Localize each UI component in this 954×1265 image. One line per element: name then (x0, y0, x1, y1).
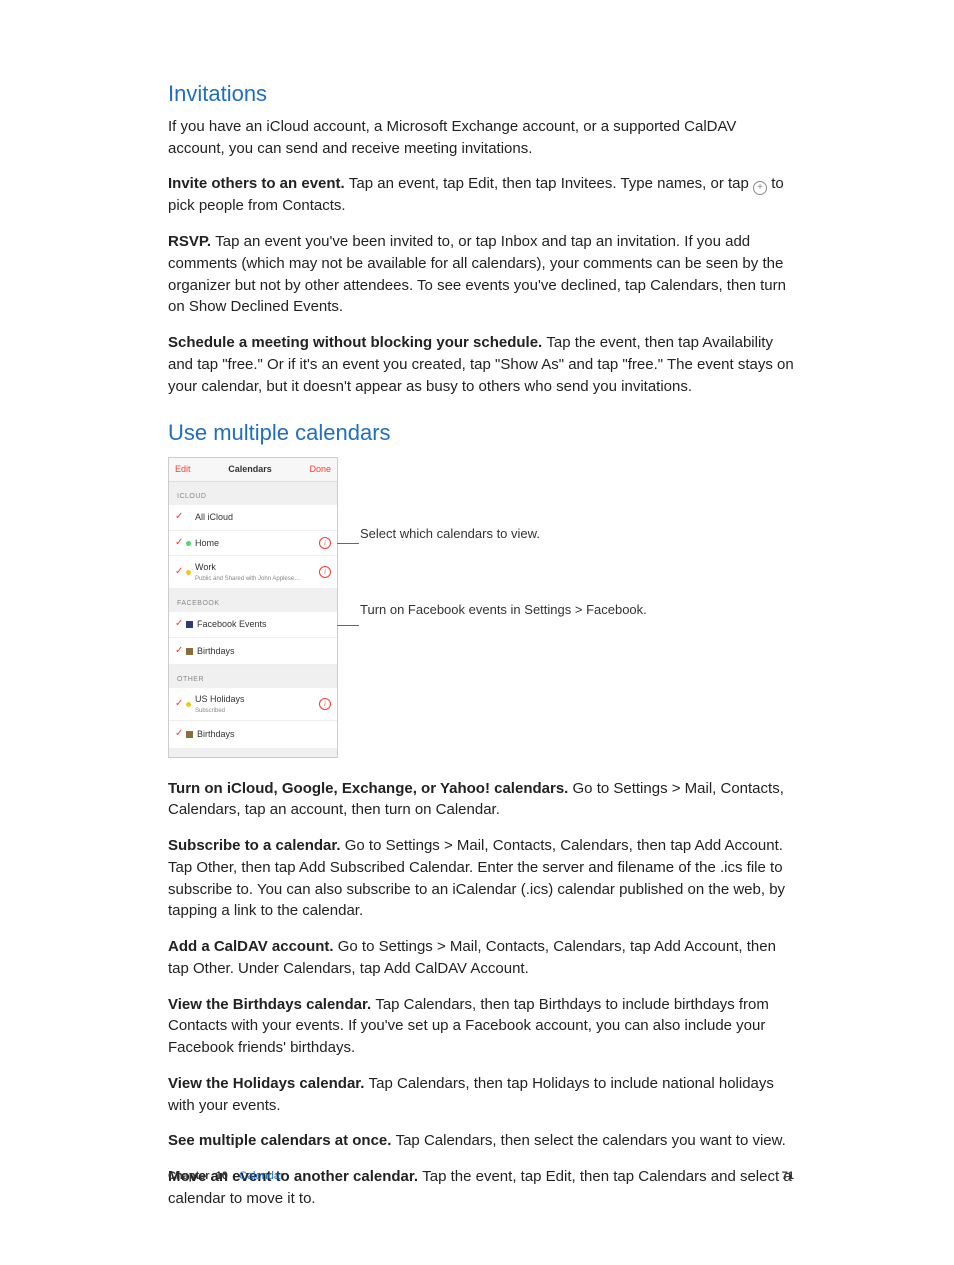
invite-text-a: Tap an event, tap Edit, then tap Invitee… (349, 175, 753, 192)
footer-chapter-name: Calendar (239, 1170, 284, 1182)
label-fb-events: Facebook Events (197, 618, 331, 631)
section-icloud: ICLOUD (169, 482, 337, 505)
label-us-holidays-sub: Subscribed (195, 707, 319, 716)
footer-chapter-label: Chapter (168, 1170, 210, 1182)
label-work-sub: Public and Shared with John Applese… (195, 575, 319, 584)
row-home: ✓ Home i (169, 531, 337, 557)
checkmark-icon: ✓ (175, 510, 183, 525)
caldav-bold: Add a CalDAV account. (168, 938, 338, 955)
checkmark-icon: ✓ (175, 617, 183, 632)
row-all-icloud: ✓ All iCloud (169, 505, 337, 531)
color-dot-icon (186, 570, 191, 575)
schedule-paragraph: Schedule a meeting without blocking your… (168, 332, 794, 397)
calendar-mock-screen: Edit Calendars Done ICLOUD ✓ All iCloud … (168, 457, 338, 757)
rsvp-text: Tap an event you've been invited to, or … (168, 233, 786, 315)
heading-invitations: Invitations (168, 78, 794, 110)
label-fb-birthdays: Birthdays (197, 645, 331, 658)
birthdays-bold: View the Birthdays calendar. (168, 996, 375, 1013)
row-other-birthdays: ✓ Birthdays (169, 721, 337, 749)
checkmark-icon: ✓ (175, 644, 183, 659)
label-home: Home (195, 537, 319, 550)
calendar-mock-header: Edit Calendars Done (169, 458, 337, 482)
facebook-square-icon (186, 621, 193, 628)
info-icon: i (319, 566, 331, 578)
edit-button: Edit (175, 463, 191, 476)
birthdays-paragraph: View the Birthdays calendar. Tap Calenda… (168, 994, 794, 1059)
color-dot-icon (186, 702, 191, 707)
rsvp-bold: RSVP. (168, 233, 215, 250)
footer-page-number: 71 (782, 1169, 794, 1185)
label-all-icloud: All iCloud (195, 511, 331, 524)
checkmark-icon: ✓ (175, 565, 183, 580)
page-footer: Chapter 10 Calendar 71 (168, 1169, 794, 1185)
calendar-title: Calendars (228, 463, 272, 476)
figure-callouts: Select which calendars to view. Turn on … (360, 457, 647, 618)
section-other: OTHER (169, 665, 337, 688)
rsvp-paragraph: RSVP. Tap an event you've been invited t… (168, 231, 794, 318)
gift-square-icon (186, 731, 193, 738)
checkmark-icon: ✓ (175, 727, 183, 742)
color-dot-icon (186, 541, 191, 546)
gift-square-icon (186, 648, 193, 655)
section-facebook: FACEBOOK (169, 589, 337, 612)
turnon-bold: Turn on iCloud, Google, Exchange, or Yah… (168, 780, 573, 797)
label-other-birthdays: Birthdays (197, 728, 331, 741)
row-us-holidays: ✓ US Holidays Subscribed i (169, 688, 337, 721)
invitations-intro: If you have an iCloud account, a Microso… (168, 116, 794, 160)
subscribe-paragraph: Subscribe to a calendar. Go to Settings … (168, 835, 794, 922)
plus-circle-icon: + (753, 181, 767, 195)
callout-select-calendars: Select which calendars to view. (360, 525, 647, 543)
checkmark-icon: ✓ (175, 697, 183, 712)
callout-facebook-events: Turn on Facebook events in Settings > Fa… (360, 601, 647, 619)
invite-paragraph: Invite others to an event. Tap an event,… (168, 173, 794, 217)
heading-multiple-calendars: Use multiple calendars (168, 417, 794, 449)
holidays-bold: View the Holidays calendar. (168, 1075, 369, 1092)
subscribe-bold: Subscribe to a calendar. (168, 837, 345, 854)
caldav-paragraph: Add a CalDAV account. Go to Settings > M… (168, 936, 794, 980)
seemulti-paragraph: See multiple calendars at once. Tap Cale… (168, 1130, 794, 1152)
row-fb-events: ✓ Facebook Events (169, 612, 337, 638)
row-fb-birthdays: ✓ Birthdays (169, 638, 337, 666)
turnon-paragraph: Turn on iCloud, Google, Exchange, or Yah… (168, 778, 794, 822)
schedule-bold: Schedule a meeting without blocking your… (168, 334, 546, 351)
invite-bold: Invite others to an event. (168, 175, 349, 192)
info-icon: i (319, 537, 331, 549)
calendar-figure: Edit Calendars Done ICLOUD ✓ All iCloud … (168, 457, 794, 757)
label-us-holidays: US Holidays Subscribed (195, 693, 319, 715)
label-work: Work Public and Shared with John Applese… (195, 561, 319, 583)
done-button: Done (309, 463, 331, 476)
footer-chapter-num: 10 (216, 1170, 228, 1182)
seemulti-bold: See multiple calendars at once. (168, 1132, 396, 1149)
seemulti-text: Tap Calendars, then select the calendars… (396, 1132, 786, 1149)
holidays-paragraph: View the Holidays calendar. Tap Calendar… (168, 1073, 794, 1117)
info-icon: i (319, 698, 331, 710)
row-work: ✓ Work Public and Shared with John Apple… (169, 556, 337, 589)
checkmark-icon: ✓ (175, 536, 183, 551)
